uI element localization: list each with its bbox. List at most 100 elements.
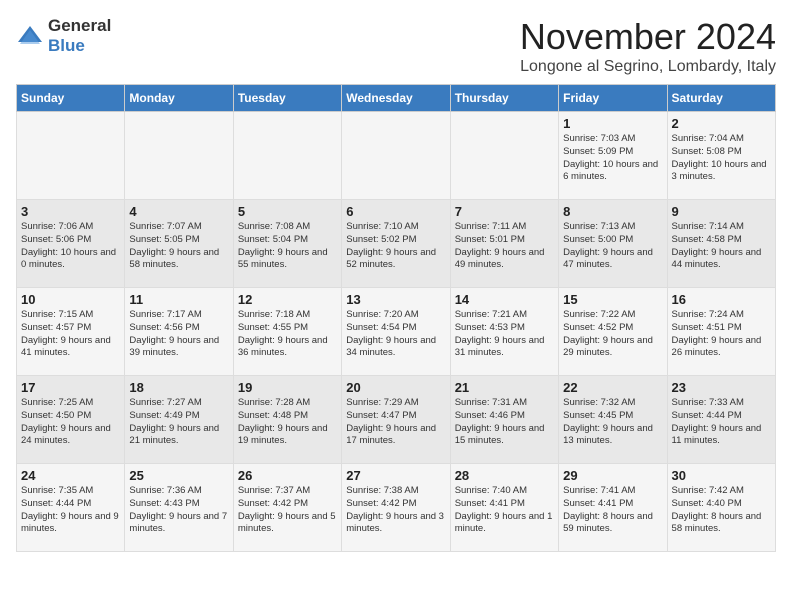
column-header-thursday: Thursday (450, 85, 558, 112)
day-number: 3 (21, 204, 120, 219)
column-header-monday: Monday (125, 85, 233, 112)
column-header-friday: Friday (559, 85, 667, 112)
cell-content: Sunrise: 7:36 AM Sunset: 4:43 PM Dayligh… (129, 485, 228, 536)
cell-content: Sunrise: 7:38 AM Sunset: 4:42 PM Dayligh… (346, 485, 445, 536)
day-number: 2 (672, 116, 771, 131)
cell-content: Sunrise: 7:10 AM Sunset: 5:02 PM Dayligh… (346, 221, 445, 272)
calendar-cell: 11 Sunrise: 7:17 AM Sunset: 4:56 PM Dayli… (125, 288, 233, 376)
day-number: 8 (563, 204, 662, 219)
cell-content: Sunrise: 7:31 AM Sunset: 4:46 PM Dayligh… (455, 397, 554, 448)
calendar-cell: 23Sunrise: 7:33 AM Sunset: 4:44 PM Dayli… (667, 376, 775, 464)
cell-content: Sunrise: 7:06 AM Sunset: 5:06 PM Dayligh… (21, 221, 120, 272)
calendar-cell: 21 Sunrise: 7:31 AM Sunset: 4:46 PM Dayli… (450, 376, 558, 464)
cell-content: Sunrise: 7:14 AM Sunset: 4:58 PM Dayligh… (672, 221, 771, 272)
calendar-cell: 17 Sunrise: 7:25 AM Sunset: 4:50 PM Dayli… (17, 376, 125, 464)
calendar-table: SundayMondayTuesdayWednesdayThursdayFrid… (16, 84, 776, 552)
calendar-cell: 19 Sunrise: 7:28 AM Sunset: 4:48 PM Dayli… (233, 376, 341, 464)
day-number: 20 (346, 380, 445, 395)
calendar-week-2: 3 Sunrise: 7:06 AM Sunset: 5:06 PM Daylig… (17, 200, 776, 288)
calendar-cell: 6Sunrise: 7:10 AM Sunset: 5:02 PM Daylig… (342, 200, 450, 288)
cell-content: Sunrise: 7:40 AM Sunset: 4:41 PM Dayligh… (455, 485, 554, 536)
calendar-cell (450, 112, 558, 200)
day-number: 1 (563, 116, 662, 131)
cell-content: Sunrise: 7:11 AM Sunset: 5:01 PM Dayligh… (455, 221, 554, 272)
calendar-cell: 10 Sunrise: 7:15 AM Sunset: 4:57 PM Dayli… (17, 288, 125, 376)
day-number: 27 (346, 468, 445, 483)
calendar-week-4: 17 Sunrise: 7:25 AM Sunset: 4:50 PM Dayli… (17, 376, 776, 464)
day-number: 25 (129, 468, 228, 483)
cell-content: Sunrise: 7:17 AM Sunset: 4:56 PM Dayligh… (129, 309, 228, 360)
cell-content: Sunrise: 7:21 AM Sunset: 4:53 PM Dayligh… (455, 309, 554, 360)
cell-content: Sunrise: 7:15 AM Sunset: 4:57 PM Dayligh… (21, 309, 120, 360)
calendar-cell: 26 Sunrise: 7:37 AM Sunset: 4:42 PM Dayli… (233, 464, 341, 552)
calendar-cell: 25 Sunrise: 7:36 AM Sunset: 4:43 PM Dayli… (125, 464, 233, 552)
calendar-cell: 2Sunrise: 7:04 AM Sunset: 5:08 PM Daylig… (667, 112, 775, 200)
day-number: 30 (672, 468, 771, 483)
calendar-week-5: 24 Sunrise: 7:35 AM Sunset: 4:44 PM Dayli… (17, 464, 776, 552)
day-number: 5 (238, 204, 337, 219)
calendar-cell: 15 Sunrise: 7:22 AM Sunset: 4:52 PM Dayli… (559, 288, 667, 376)
day-number: 9 (672, 204, 771, 219)
logo-icon (16, 22, 44, 50)
day-number: 18 (129, 380, 228, 395)
day-number: 4 (129, 204, 228, 219)
calendar-cell: 12 Sunrise: 7:18 AM Sunset: 4:55 PM Dayli… (233, 288, 341, 376)
day-number: 26 (238, 468, 337, 483)
day-number: 15 (563, 292, 662, 307)
day-number: 16 (672, 292, 771, 307)
calendar-cell: 7 Sunrise: 7:11 AM Sunset: 5:01 PM Daylig… (450, 200, 558, 288)
cell-content: Sunrise: 7:32 AM Sunset: 4:45 PM Dayligh… (563, 397, 662, 448)
cell-content: Sunrise: 7:28 AM Sunset: 4:48 PM Dayligh… (238, 397, 337, 448)
day-number: 21 (455, 380, 554, 395)
calendar-cell: 14 Sunrise: 7:21 AM Sunset: 4:53 PM Dayli… (450, 288, 558, 376)
calendar-cell: 1 Sunrise: 7:03 AM Sunset: 5:09 PM Daylig… (559, 112, 667, 200)
day-number: 24 (21, 468, 120, 483)
cell-content: Sunrise: 7:41 AM Sunset: 4:41 PM Dayligh… (563, 485, 662, 536)
calendar-cell: 20 Sunrise: 7:29 AM Sunset: 4:47 PM Dayli… (342, 376, 450, 464)
title-area: November 2024 Longone al Segrino, Lombar… (520, 16, 776, 76)
column-header-tuesday: Tuesday (233, 85, 341, 112)
cell-content: Sunrise: 7:22 AM Sunset: 4:52 PM Dayligh… (563, 309, 662, 360)
day-number: 23 (672, 380, 771, 395)
cell-content: Sunrise: 7:03 AM Sunset: 5:09 PM Dayligh… (563, 133, 662, 184)
cell-content: Sunrise: 7:25 AM Sunset: 4:50 PM Dayligh… (21, 397, 120, 448)
cell-content: Sunrise: 7:29 AM Sunset: 4:47 PM Dayligh… (346, 397, 445, 448)
cell-content: Sunrise: 7:07 AM Sunset: 5:05 PM Dayligh… (129, 221, 228, 272)
day-number: 14 (455, 292, 554, 307)
column-header-sunday: Sunday (17, 85, 125, 112)
logo-text-blue: Blue (48, 36, 85, 55)
calendar-cell (233, 112, 341, 200)
calendar-cell: 5Sunrise: 7:08 AM Sunset: 5:04 PM Daylig… (233, 200, 341, 288)
cell-content: Sunrise: 7:13 AM Sunset: 5:00 PM Dayligh… (563, 221, 662, 272)
cell-content: Sunrise: 7:35 AM Sunset: 4:44 PM Dayligh… (21, 485, 120, 536)
calendar-cell: 3 Sunrise: 7:06 AM Sunset: 5:06 PM Daylig… (17, 200, 125, 288)
day-number: 10 (21, 292, 120, 307)
column-header-saturday: Saturday (667, 85, 775, 112)
cell-content: Sunrise: 7:18 AM Sunset: 4:55 PM Dayligh… (238, 309, 337, 360)
calendar-cell (342, 112, 450, 200)
calendar-cell: 13Sunrise: 7:20 AM Sunset: 4:54 PM Dayli… (342, 288, 450, 376)
calendar-week-3: 10 Sunrise: 7:15 AM Sunset: 4:57 PM Dayli… (17, 288, 776, 376)
day-number: 17 (21, 380, 120, 395)
calendar-cell (125, 112, 233, 200)
calendar-cell: 29 Sunrise: 7:41 AM Sunset: 4:41 PM Dayli… (559, 464, 667, 552)
cell-content: Sunrise: 7:37 AM Sunset: 4:42 PM Dayligh… (238, 485, 337, 536)
day-number: 22 (563, 380, 662, 395)
cell-content: Sunrise: 7:24 AM Sunset: 4:51 PM Dayligh… (672, 309, 771, 360)
day-number: 7 (455, 204, 554, 219)
day-number: 19 (238, 380, 337, 395)
page-header: General Blue November 2024 Longone al Se… (16, 16, 776, 76)
location-subtitle: Longone al Segrino, Lombardy, Italy (520, 58, 776, 76)
calendar-week-1: 1 Sunrise: 7:03 AM Sunset: 5:09 PM Daylig… (17, 112, 776, 200)
calendar-cell: 9 Sunrise: 7:14 AM Sunset: 4:58 PM Daylig… (667, 200, 775, 288)
calendar-cell: 8 Sunrise: 7:13 AM Sunset: 5:00 PM Daylig… (559, 200, 667, 288)
cell-content: Sunrise: 7:42 AM Sunset: 4:40 PM Dayligh… (672, 485, 771, 536)
day-number: 29 (563, 468, 662, 483)
day-number: 11 (129, 292, 228, 307)
calendar-cell: 28 Sunrise: 7:40 AM Sunset: 4:41 PM Dayli… (450, 464, 558, 552)
day-number: 28 (455, 468, 554, 483)
month-title: November 2024 (520, 16, 776, 58)
calendar-cell (17, 112, 125, 200)
day-number: 12 (238, 292, 337, 307)
logo-text-general: General (48, 16, 111, 35)
